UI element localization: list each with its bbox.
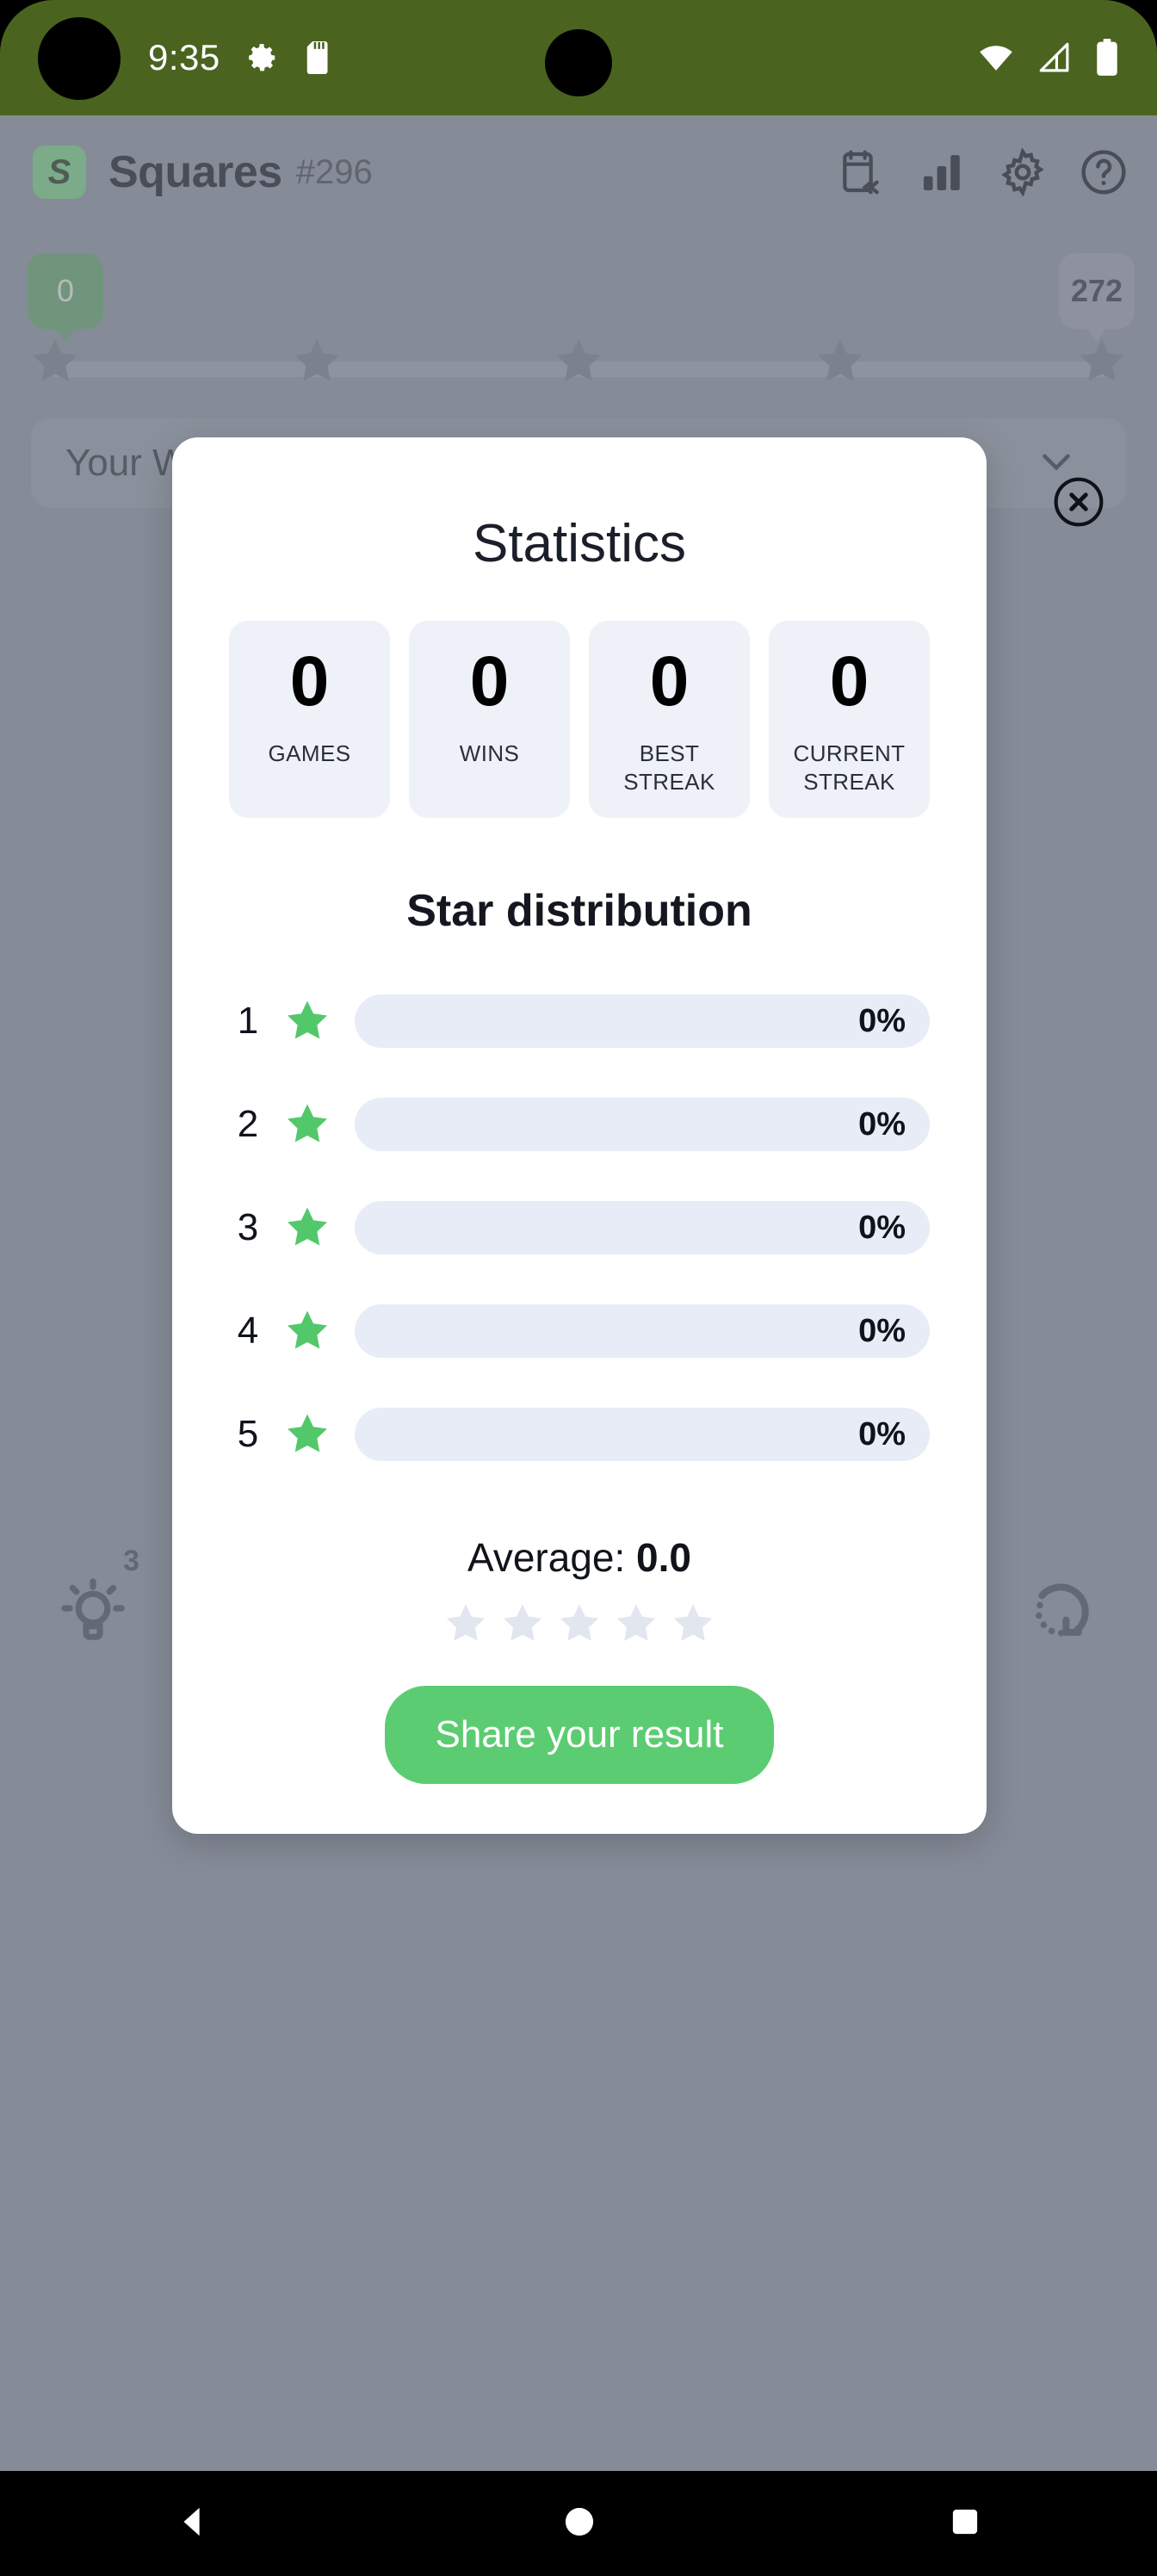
distribution-row: 5 0% xyxy=(229,1383,930,1486)
stat-value: 0 xyxy=(649,642,690,721)
star-distribution-title: Star distribution xyxy=(406,886,752,936)
distribution-bar: 0% xyxy=(355,994,930,1048)
status-bar-right xyxy=(978,0,1119,115)
star-icon xyxy=(616,1604,656,1641)
distribution-star-number: 5 xyxy=(237,1413,259,1455)
distribution-star-number: 4 xyxy=(237,1310,259,1352)
star-icon xyxy=(282,996,332,1046)
star-icon xyxy=(503,1604,542,1641)
distribution-percent: 0% xyxy=(858,1312,906,1349)
distribution-row: 3 0% xyxy=(229,1176,930,1279)
home-icon[interactable] xyxy=(560,2502,599,2546)
distribution-bar: 0% xyxy=(355,1098,930,1151)
recents-icon[interactable] xyxy=(946,2503,984,2545)
stat-card-games: 0 GAMES xyxy=(229,621,390,818)
device-screen: S Squares #296 0 272 Your W 3 9:35 Stati… xyxy=(0,0,1157,2576)
statistics-modal: Statistics 0 GAMES 0 WINS 0 BEST STREAK … xyxy=(172,437,987,1834)
stat-label: WINS xyxy=(459,740,520,766)
distribution-percent: 0% xyxy=(858,1209,906,1246)
camera-punch-hole-left xyxy=(38,17,121,100)
cell-signal-icon xyxy=(1036,40,1073,76)
distribution-bar: 0% xyxy=(355,1304,930,1358)
stat-value: 0 xyxy=(469,642,510,721)
distribution-star-number: 1 xyxy=(237,1000,259,1042)
close-modal-button[interactable] xyxy=(1052,475,1105,529)
stat-label: CURRENT STREAK xyxy=(793,740,906,795)
camera-punch-hole-center xyxy=(545,29,612,96)
distribution-percent: 0% xyxy=(858,1415,906,1452)
stat-value: 0 xyxy=(829,642,869,721)
star-icon xyxy=(560,1604,599,1641)
star-distribution-chart: 1 0% 2 0% 3 0% 4 0% 5 0% xyxy=(229,969,930,1486)
stats-card-group: 0 GAMES 0 WINS 0 BEST STREAK 0 CURRENT S… xyxy=(229,621,930,818)
distribution-star-number: 3 xyxy=(237,1206,259,1248)
battery-icon xyxy=(1095,39,1119,77)
status-bar-clock: 9:35 xyxy=(148,37,220,77)
distribution-percent: 0% xyxy=(858,1002,906,1039)
gear-icon xyxy=(246,41,279,74)
stat-card-best-streak: 0 BEST STREAK xyxy=(589,621,750,818)
stat-value: 0 xyxy=(289,642,330,721)
distribution-row: 1 0% xyxy=(229,969,930,1073)
star-icon xyxy=(282,1409,332,1459)
stat-label: BEST STREAK xyxy=(623,740,715,795)
star-icon xyxy=(446,1604,486,1641)
back-icon[interactable] xyxy=(173,2502,213,2546)
distribution-bar: 0% xyxy=(355,1408,930,1461)
wifi-icon xyxy=(978,40,1014,76)
average-value: 0.0 xyxy=(636,1535,691,1580)
distribution-row: 4 0% xyxy=(229,1279,930,1383)
star-icon xyxy=(282,1306,332,1356)
star-icon xyxy=(282,1203,332,1253)
average-label: Average: xyxy=(467,1535,637,1580)
distribution-percent: 0% xyxy=(858,1105,906,1142)
star-icon xyxy=(282,1099,332,1149)
stat-card-wins: 0 WINS xyxy=(409,621,570,818)
android-nav-bar xyxy=(0,2471,1157,2576)
average-star-rating xyxy=(229,1600,930,1648)
modal-title: Statistics xyxy=(472,514,687,573)
share-result-button[interactable]: Share your result xyxy=(385,1686,774,1784)
distribution-row: 2 0% xyxy=(229,1073,930,1176)
average-line: Average: 0.0 xyxy=(229,1534,930,1581)
stat-label: GAMES xyxy=(268,740,351,766)
status-bar: 9:35 xyxy=(0,0,1157,115)
sd-card-icon xyxy=(305,41,334,74)
star-icon xyxy=(673,1604,713,1641)
stat-card-current-streak: 0 CURRENT STREAK xyxy=(769,621,930,818)
status-bar-left: 9:35 xyxy=(148,37,334,78)
distribution-star-number: 2 xyxy=(237,1103,259,1145)
distribution-bar: 0% xyxy=(355,1201,930,1254)
share-button-wrap: Share your result xyxy=(229,1686,930,1784)
